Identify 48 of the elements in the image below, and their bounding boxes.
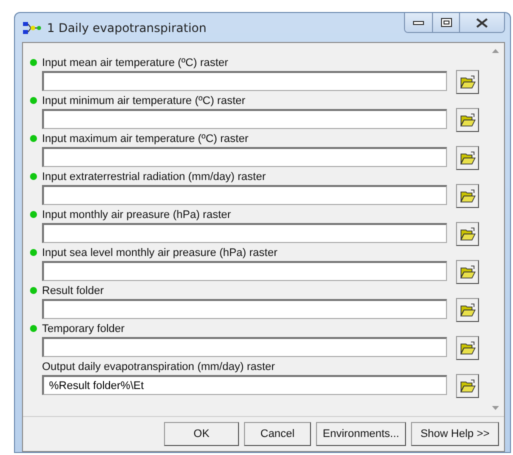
parameter-label: Input maximum air temperature (ºC) raster [42,133,250,145]
window-title: 1 Daily evapotranspiration [47,20,208,34]
model-icon [23,22,41,34]
open-folder-icon [460,151,476,165]
input-field[interactable] [42,223,447,243]
open-folder-icon [460,113,476,127]
browse-button[interactable] [456,298,479,322]
parameter-label: Temporary folder [42,323,126,335]
maximize-button[interactable] [432,13,459,32]
parameter-label: Input monthly air preasure (hPa) raster [42,209,232,221]
browse-button[interactable] [456,70,479,94]
open-folder-icon [460,341,476,355]
input-field[interactable] [42,185,447,205]
open-folder-icon [460,227,476,241]
dialog-button[interactable]: Environments... [316,422,406,446]
browse-button[interactable] [456,222,479,246]
open-folder-icon [460,303,476,317]
close-icon [476,18,488,28]
minimize-icon [413,20,424,24]
dialog-button[interactable]: Cancel [244,422,311,446]
open-folder-icon [460,189,476,203]
minimize-button[interactable] [405,13,432,32]
open-folder-icon [460,379,476,393]
open-folder-icon [460,265,476,279]
browse-button[interactable] [456,146,479,170]
input-field[interactable] [42,261,447,281]
close-button[interactable] [459,13,504,32]
input-field[interactable]: %Result folder%\Et [42,375,447,395]
parameter-label: Result folder [42,285,105,297]
parameter-label: Output daily evapotranspiration (mm/day) raster [42,361,276,373]
maximize-icon [440,18,452,27]
browse-button[interactable] [456,374,479,398]
parameter-label: Input minimum air temperature (ºC) raster [42,95,246,107]
parameter-label: Input extraterrestrial radiation (mm/day) raster [42,171,267,183]
input-field[interactable] [42,299,447,319]
browse-button[interactable] [456,184,479,208]
parameter-label: Input mean air temperature (ºC) raster [42,57,230,69]
parameter-label: Input sea level monthly air preasure (hPa) raster [42,247,278,259]
input-field[interactable] [42,337,447,357]
dialog-button[interactable]: OK [164,422,239,446]
input-field[interactable] [42,71,447,91]
browse-button[interactable] [456,108,479,132]
input-field[interactable] [42,147,447,167]
open-folder-icon [460,75,476,89]
browse-button[interactable] [456,260,479,284]
dialog-button[interactable]: Show Help >> [411,422,499,446]
input-field[interactable] [42,109,447,129]
browse-button[interactable] [456,336,479,360]
